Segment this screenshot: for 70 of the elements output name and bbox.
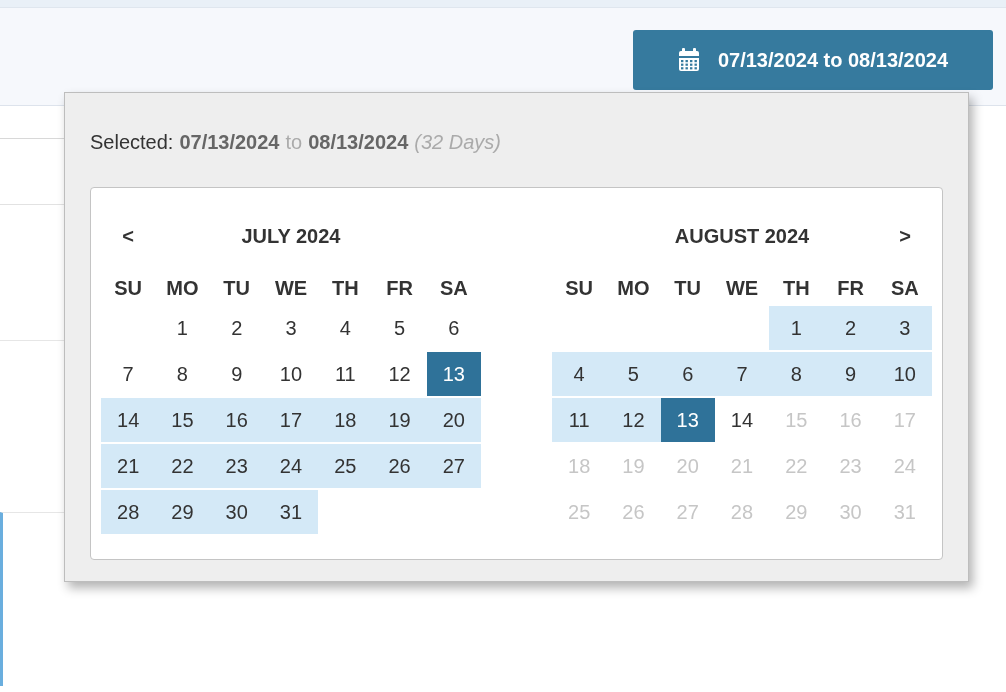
weekday-header: SA	[889, 276, 920, 301]
calendar-day[interactable]: 21	[101, 444, 156, 488]
calendar-day[interactable]: 8	[769, 352, 824, 396]
calendar-day[interactable]: 30	[209, 490, 264, 534]
weekday-header: WE	[724, 276, 760, 301]
selection-label: Selected:	[90, 130, 174, 155]
calendar-day[interactable]: 12	[372, 352, 427, 396]
calendar-day[interactable]: 29	[155, 490, 210, 534]
month-title: JULY 2024	[240, 224, 342, 249]
calendar-day[interactable]: 1	[155, 306, 210, 350]
calendar-day[interactable]: 25	[318, 444, 373, 488]
calendar-day[interactable]: 5	[606, 352, 661, 396]
calendar-day[interactable]: 16	[209, 398, 264, 442]
calendar-day[interactable]: 26	[372, 444, 427, 488]
range-connector: to	[285, 130, 303, 155]
next-month-button[interactable]: >	[895, 221, 915, 251]
calendar-day[interactable]: 12	[606, 398, 661, 442]
calendar-day[interactable]: 23	[209, 444, 264, 488]
calendar-icon	[677, 48, 700, 72]
calendar-day[interactable]: 8	[155, 352, 210, 396]
duration-text: (32 Days)	[414, 130, 501, 155]
calendar-day[interactable]: 7	[714, 352, 770, 396]
calendar-day[interactable]: 5	[372, 306, 427, 350]
date-range-button[interactable]: 07/13/2024 to 08/13/2024	[633, 30, 993, 90]
calendar-day[interactable]: 13	[426, 352, 481, 396]
start-date: 07/13/2024	[179, 130, 280, 155]
previous-month-button[interactable]: <	[118, 221, 138, 251]
calendar-day[interactable]: 11	[552, 398, 607, 442]
calendar-day[interactable]: 17	[263, 398, 319, 442]
calendar-day[interactable]: 22	[155, 444, 210, 488]
weekday-header: TH	[781, 276, 811, 301]
calendar-day[interactable]: 9	[209, 352, 264, 396]
weekday-header: FR	[836, 276, 865, 301]
weekday-header: TU	[222, 276, 252, 301]
calendar-day[interactable]: 28	[101, 490, 156, 534]
calendar-day[interactable]: 10	[263, 352, 319, 396]
calendar-day[interactable]: 27	[426, 444, 481, 488]
weekday-header: SU	[113, 276, 144, 301]
calendar-day[interactable]: 2	[823, 306, 878, 350]
calendar-day[interactable]: 1	[769, 306, 824, 350]
weekday-header: WE	[273, 276, 309, 301]
weekday-header: TU	[673, 276, 703, 301]
month-title: AUGUST 2024	[673, 224, 811, 249]
calendar-day[interactable]: 24	[263, 444, 319, 488]
calendar-day[interactable]: 2	[209, 306, 264, 350]
calendar-day[interactable]: 19	[372, 398, 427, 442]
calendar-day[interactable]: 13	[660, 398, 715, 442]
weekday-header: FR	[385, 276, 414, 301]
weekday-header: SU	[564, 276, 595, 301]
calendar-day[interactable]: 20	[426, 398, 481, 442]
calendar-day[interactable]: 6	[426, 306, 481, 350]
calendar-day[interactable]: 3	[877, 306, 932, 350]
weekday-header: SA	[438, 276, 469, 301]
end-date: 08/13/2024	[308, 130, 409, 155]
calendar-day[interactable]: 11	[318, 352, 373, 396]
calendar-day[interactable]: 6	[660, 352, 715, 396]
calendar-day[interactable]: 14	[714, 398, 770, 442]
calendar-day[interactable]: 9	[823, 352, 878, 396]
calendar-day[interactable]: 4	[552, 352, 607, 396]
calendar-day[interactable]: 15	[155, 398, 210, 442]
calendar-day[interactable]: 18	[318, 398, 373, 442]
calendar-day[interactable]: 4	[318, 306, 373, 350]
weekday-header: MO	[165, 276, 200, 301]
calendar-day[interactable]: 7	[101, 352, 156, 396]
calendar-day[interactable]: 3	[263, 306, 319, 350]
weekday-header: TH	[330, 276, 360, 301]
calendar-day[interactable]: 31	[263, 490, 319, 534]
calendar-day[interactable]: 14	[101, 398, 156, 442]
weekday-header: MO	[616, 276, 651, 301]
calendar-day[interactable]: 10	[877, 352, 932, 396]
